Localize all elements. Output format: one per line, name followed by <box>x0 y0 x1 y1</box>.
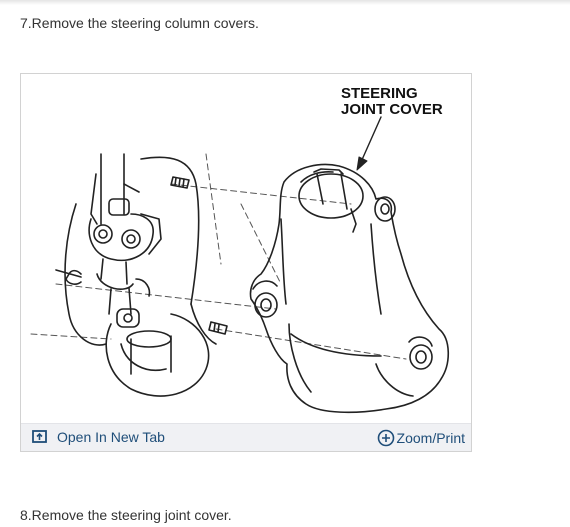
zoom-print-link[interactable]: Zoom/Print <box>377 429 465 447</box>
open-in-new-tab-icon <box>32 430 47 443</box>
figure-footer: Open In New Tab Zoom/Print <box>21 423 471 451</box>
top-shadow <box>0 0 570 5</box>
steering-joint-cover-diagram: STEERING JOINT COVER <box>30 85 450 414</box>
callout-label-line-1: STEERING <box>341 85 418 102</box>
figure-card: STEERING JOINT COVER Open In New Tab Zoo… <box>20 73 472 452</box>
step-8-text: 8.Remove the steering joint cover. <box>20 507 232 523</box>
zoom-print-label: Zoom/Print <box>396 430 465 446</box>
plus-circle-icon <box>377 429 394 447</box>
open-in-new-tab-label: Open In New Tab <box>57 429 165 445</box>
callout-label-line-2: JOINT COVER <box>341 101 443 118</box>
open-in-new-tab-link[interactable]: Open In New Tab <box>31 429 165 445</box>
step-7-text: 7.Remove the steering column covers. <box>20 15 259 31</box>
